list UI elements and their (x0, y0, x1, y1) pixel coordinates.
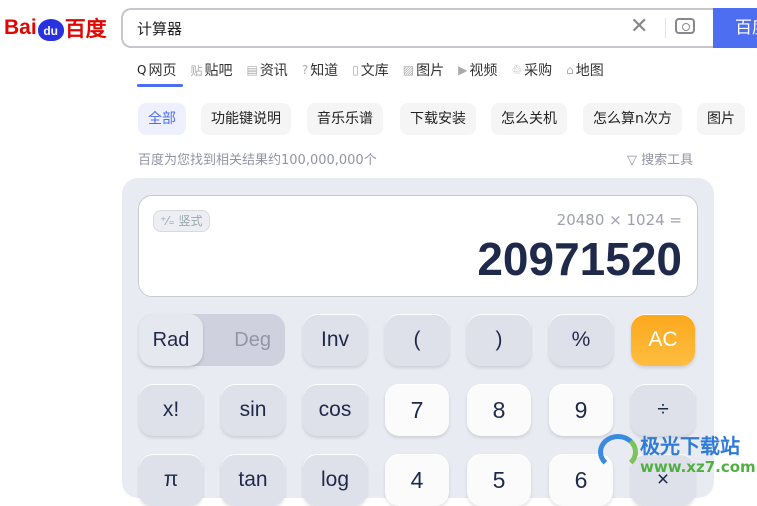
paw-icon: du (37, 19, 64, 41)
key-Inv[interactable]: Inv (303, 314, 367, 366)
search-tools-button[interactable]: ▽ 搜索工具 (627, 149, 693, 168)
key-7[interactable]: 7 (385, 384, 449, 436)
tab-icon: ▨ (402, 63, 415, 77)
filter-chip[interactable]: 怎么关机 (491, 103, 567, 135)
tab-icon: ? (301, 63, 309, 77)
baidu-logo[interactable]: Bai du 百度 (4, 10, 107, 46)
key-log[interactable]: log (303, 454, 367, 506)
filter-chip[interactable]: 音乐乐谱 (307, 103, 383, 135)
result-count: 百度为您找到相关结果约100,000,000个 (138, 153, 377, 168)
tab-icon: 贴 (190, 63, 203, 78)
tab-label: 资讯 (259, 63, 288, 79)
tab-label: 贴吧 (204, 63, 233, 79)
search-value: 计算器 (137, 19, 183, 38)
filter-chip[interactable]: 全部 (138, 103, 186, 135)
tab-4[interactable]: ▯ 文库 (352, 60, 389, 80)
key-sin[interactable]: sin (221, 384, 285, 436)
active-tab-underline (137, 84, 183, 87)
filter-chip[interactable]: 功能键说明 (201, 103, 291, 135)
watermark-url: www.xz7.com (640, 458, 756, 476)
tab-3[interactable]: ? 知道 (302, 60, 338, 80)
rad-deg-toggle[interactable]: Rad Deg (139, 314, 285, 366)
tab-7[interactable]: ♲ 采购 (511, 60, 552, 80)
logo-text-cn: 百度 (64, 18, 107, 41)
tab-label: 图片 (416, 63, 445, 79)
tab-label: 采购 (524, 63, 553, 79)
tab-label: 知道 (310, 63, 339, 79)
key-AC[interactable]: AC (631, 314, 695, 366)
tab-0[interactable]: Q 网页 (137, 60, 176, 80)
watermark-logo: 极光下载站 www.xz7.com (598, 428, 756, 484)
fraction-icon: ⁺⁄₌ (160, 214, 175, 228)
search-tools-label: 搜索工具 (641, 153, 694, 168)
tab-8[interactable]: ⌂ 地图 (566, 60, 604, 80)
key-([interactable]: ( (385, 314, 449, 366)
logo-text: Bai (4, 16, 37, 39)
tab-label: 文库 (360, 63, 389, 79)
tab-icon: ⌂ (566, 63, 574, 77)
tab-5[interactable]: ▨ 图片 (403, 60, 444, 80)
key-5[interactable]: 5 (467, 454, 531, 506)
watermark-title: 极光下载站 (640, 434, 740, 458)
key-%[interactable]: % (549, 314, 613, 366)
filter-chip[interactable]: 怎么算n次方 (583, 103, 682, 135)
key-x![interactable]: x! (139, 384, 203, 436)
key-)[interactable]: ) (467, 314, 531, 366)
tab-1[interactable]: 贴贴吧 (190, 60, 232, 80)
expression: 20480 × 1024 = (556, 211, 682, 229)
key-8[interactable]: 8 (467, 384, 531, 436)
vertical-mode-button[interactable]: ⁺⁄₌ 竖式 (153, 210, 210, 232)
tab-6[interactable]: ▶ 视频 (458, 60, 497, 80)
tab-icon: ▶ (458, 63, 468, 77)
tab-icon: Q (137, 63, 147, 77)
filter-chip[interactable]: 图片 (697, 103, 745, 135)
result-value: 20971520 (477, 233, 682, 285)
mode-label: 竖式 (178, 214, 203, 228)
camera-icon[interactable] (675, 18, 695, 34)
tab-label: 网页 (148, 63, 177, 79)
filter-icon: ▽ (627, 153, 642, 168)
deg-option[interactable]: Deg (234, 329, 271, 352)
search-button[interactable]: 百度一下 (713, 8, 757, 48)
tab-label: 地图 (575, 63, 604, 79)
tab-icon: ▯ (352, 63, 359, 77)
tab-icon: ▤ (246, 63, 258, 77)
key-π[interactable]: π (139, 454, 203, 506)
watermark-swirl-icon (598, 434, 638, 470)
clear-icon[interactable]: ✕ (630, 14, 648, 39)
search-tabs: Q 网页贴贴吧 ▤ 资讯? 知道 ▯ 文库 ▨ 图片 ▶ 视频 ♲ 采购 ⌂ 地图 (137, 60, 618, 80)
divider (665, 18, 666, 38)
key-tan[interactable]: tan (221, 454, 285, 506)
tab-icon: ♲ (511, 63, 523, 77)
rad-option[interactable]: Rad (139, 314, 203, 366)
filter-chip[interactable]: 下载安装 (400, 103, 476, 135)
tab-label: 视频 (469, 63, 498, 79)
key-4[interactable]: 4 (385, 454, 449, 506)
tab-2[interactable]: ▤ 资讯 (246, 60, 287, 80)
key-cos[interactable]: cos (303, 384, 367, 436)
